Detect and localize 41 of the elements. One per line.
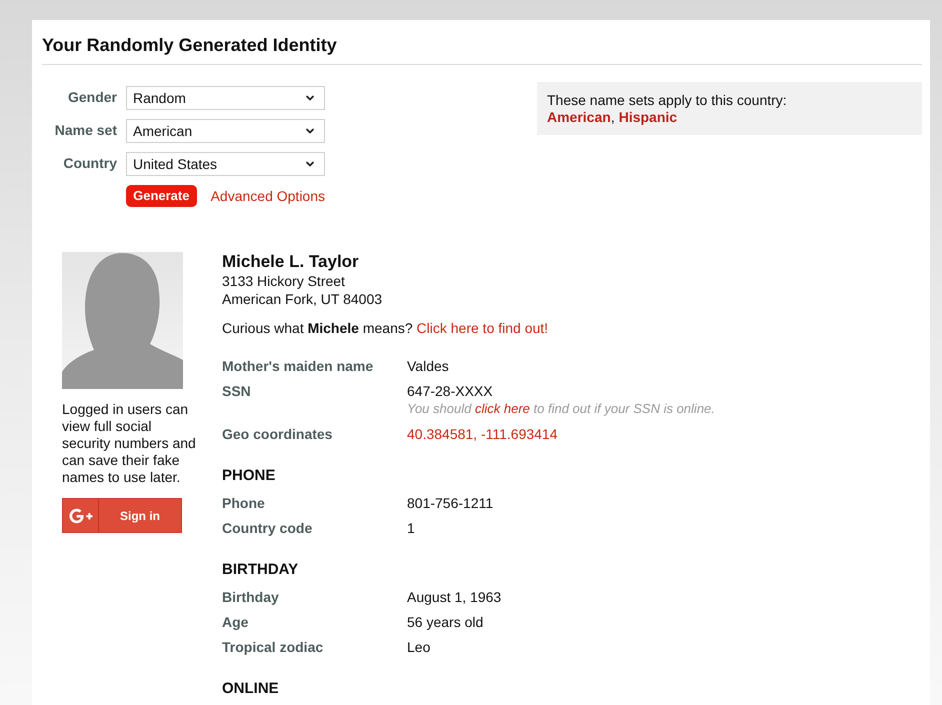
dropdown-select[interactable]: Random bbox=[126, 86, 325, 110]
dropdown-select[interactable]: American bbox=[126, 119, 325, 143]
sign-in-button[interactable]: Sign in bbox=[62, 498, 182, 533]
ssn-note-text: You should click here to find out if your SSN is online. bbox=[407, 400, 715, 418]
page-title: Your Randomly Generated Identity bbox=[42, 34, 337, 57]
name-meaning-link[interactable]: Click here to find out! bbox=[416, 320, 548, 336]
form-label: Name set bbox=[54, 122, 117, 138]
address-line: American Fork, UT 84003 bbox=[222, 290, 382, 308]
section-heading: BIRTHDAY bbox=[222, 560, 298, 580]
field-value: 647-28-XXXX bbox=[407, 382, 493, 400]
field-value: 801-756-1211 bbox=[407, 494, 494, 512]
field-label: Birthday bbox=[222, 588, 279, 604]
field-label: Geo coordinates bbox=[222, 426, 332, 442]
login-note-text: Logged in users can view full social security numbers and can save their fake names to use later. bbox=[62, 401, 197, 486]
ssn-check-link[interactable]: click here bbox=[474, 400, 530, 416]
section-heading: PHONE bbox=[222, 466, 276, 486]
field-value: Valdes bbox=[407, 356, 449, 374]
form-label: Country bbox=[63, 155, 117, 171]
advanced-options-link[interactable]: Advanced Options bbox=[210, 186, 325, 206]
dropdown-select[interactable]: United States bbox=[126, 152, 325, 176]
generate-button[interactable]: Generate bbox=[126, 185, 197, 207]
field-value: Leo bbox=[407, 638, 430, 656]
list-separator: , bbox=[610, 109, 615, 126]
field-value: 1 bbox=[407, 518, 415, 536]
name-set-link[interactable]: Hispanic bbox=[618, 109, 678, 126]
form-label: Gender bbox=[68, 89, 117, 105]
field-label: Mother's maiden name bbox=[222, 358, 374, 374]
field-label: Country code bbox=[222, 520, 312, 536]
field-label: Phone bbox=[222, 494, 265, 510]
name-set-link[interactable]: American bbox=[547, 109, 611, 126]
field-label: Age bbox=[222, 614, 248, 630]
field-label: Tropical zodiac bbox=[222, 638, 324, 654]
name-meaning-text: Curious what Michele means? Click here to find out! bbox=[222, 319, 548, 337]
info-text: These name sets apply to this country: bbox=[547, 92, 787, 109]
field-label: SSN bbox=[222, 382, 251, 398]
field-value: August 1, 1963 bbox=[407, 588, 502, 606]
section-heading: ONLINE bbox=[222, 679, 279, 699]
coordinates-link[interactable]: 40.384581, -111.693414 bbox=[407, 424, 558, 442]
address-line: 3133 Hickory Street bbox=[222, 272, 345, 290]
field-value: 56 years old bbox=[407, 612, 484, 630]
person-name: Michele L. Taylor bbox=[222, 252, 359, 272]
